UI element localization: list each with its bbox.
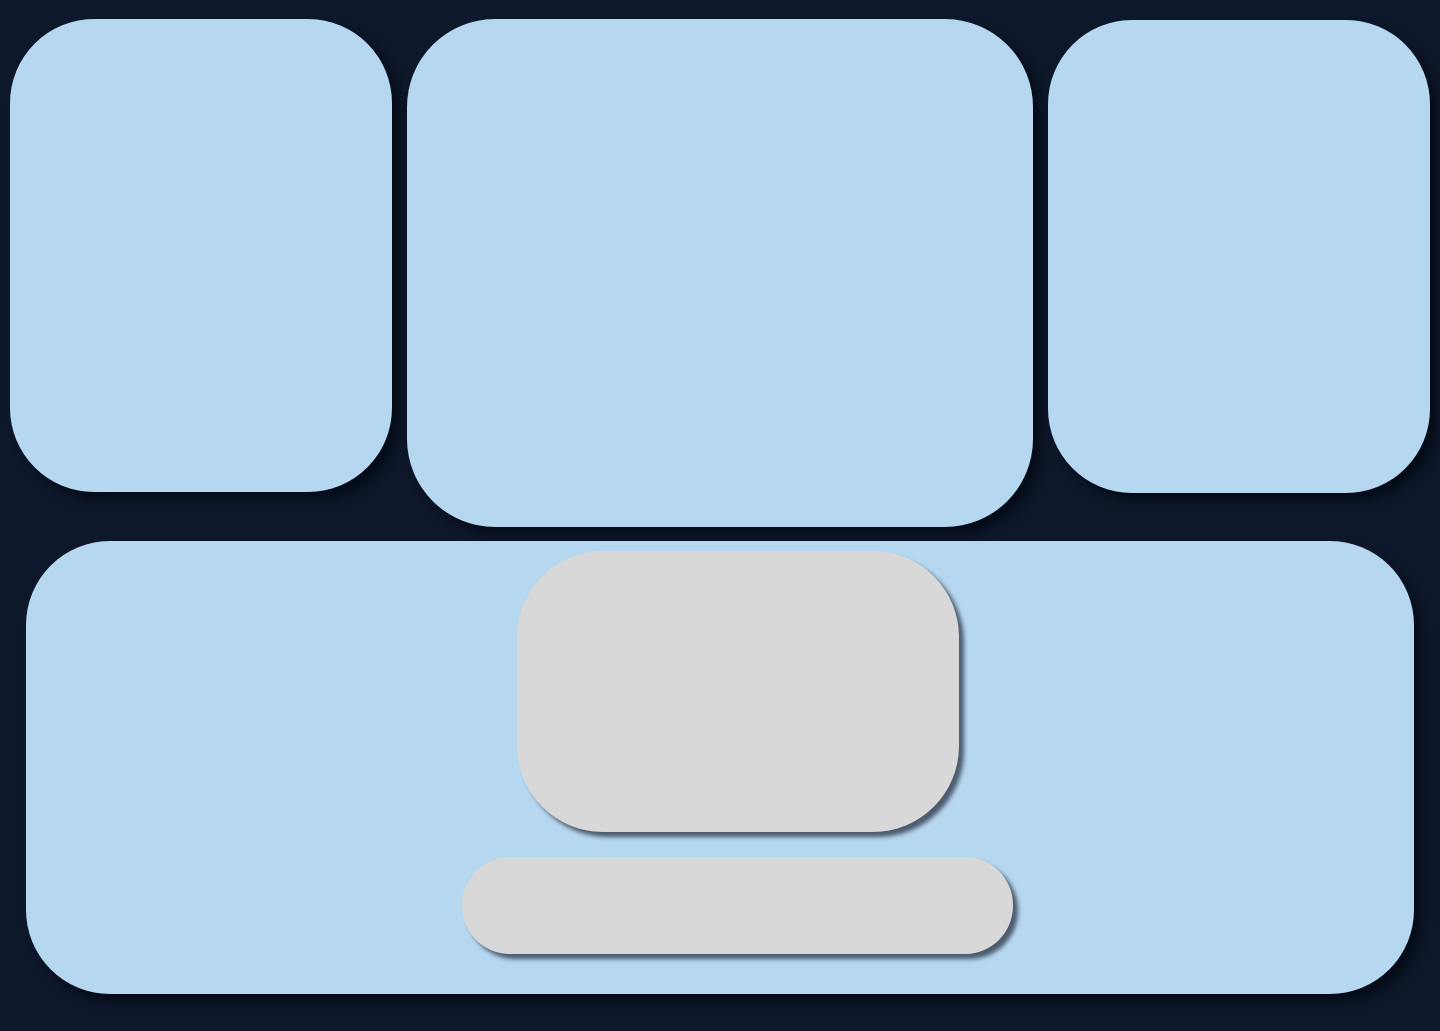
preview-block	[517, 551, 959, 832]
panel-center	[407, 19, 1033, 527]
panel-left	[10, 19, 392, 492]
bar-block	[462, 857, 1013, 954]
panel-bottom	[26, 541, 1414, 994]
panel-right	[1048, 20, 1430, 493]
